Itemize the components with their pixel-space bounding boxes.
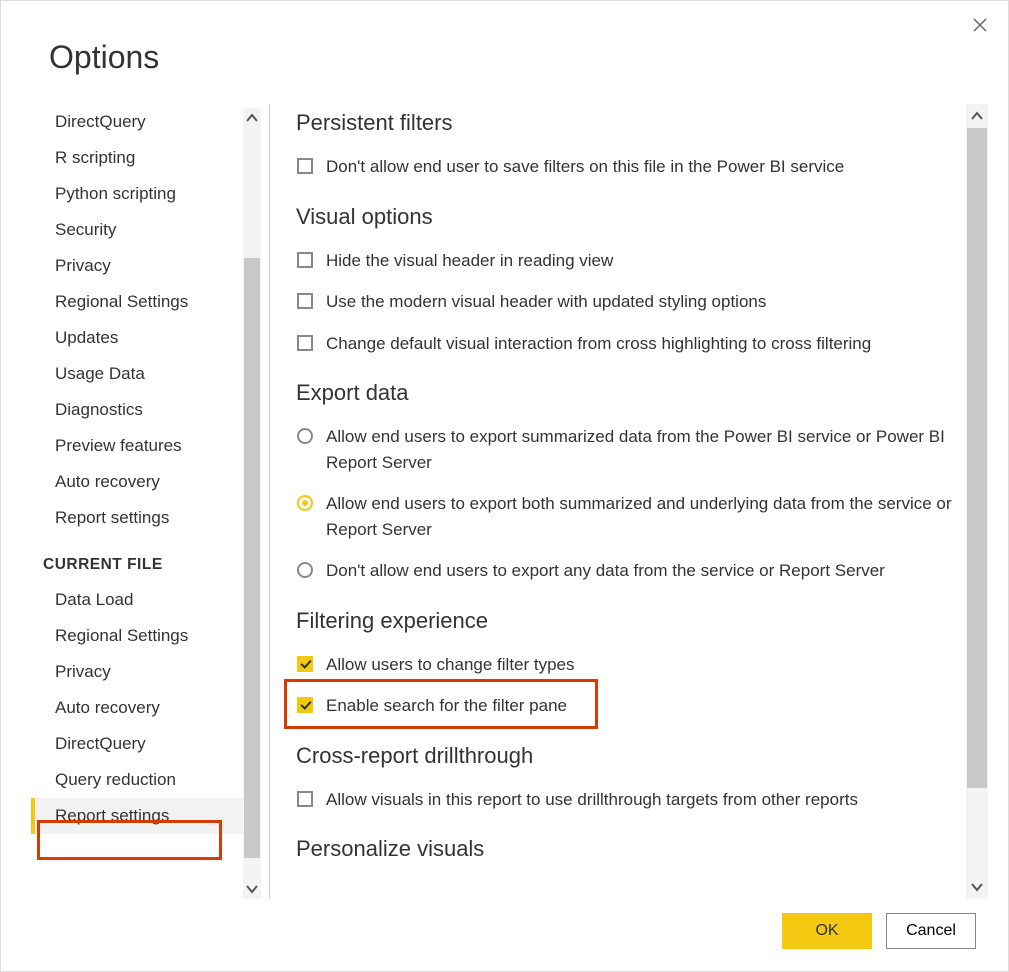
option-enable-search-filter-pane[interactable]: Enable search for the filter pane [296, 685, 956, 727]
chevron-down-icon[interactable] [243, 879, 261, 899]
sidebar-item-cf-query-reduction[interactable]: Query reduction [31, 762, 261, 798]
sidebar-item-privacy[interactable]: Privacy [31, 248, 261, 284]
sidebar-item-report-settings[interactable]: Report settings [31, 500, 261, 536]
checkbox-unchecked-icon [297, 335, 313, 351]
option-hide-visual-header[interactable]: Hide the visual header in reading view [296, 240, 956, 282]
ok-button[interactable]: OK [782, 913, 872, 949]
sidebar-item-usage-data[interactable]: Usage Data [31, 356, 261, 392]
sidebar-item-diagnostics[interactable]: Diagnostics [31, 392, 261, 428]
sidebar-item-cf-regional-settings[interactable]: Regional Settings [31, 618, 261, 654]
chevron-down-icon[interactable] [966, 875, 988, 899]
sidebar-item-auto-recovery[interactable]: Auto recovery [31, 464, 261, 500]
options-dialog: Options DirectQuery R scripting Python s… [0, 0, 1009, 972]
sidebar-item-preview-features[interactable]: Preview features [31, 428, 261, 464]
option-label: Change default visual interaction from c… [326, 331, 956, 357]
option-cross-report-drillthrough[interactable]: Allow visuals in this report to use dril… [296, 779, 956, 821]
option-label: Allow end users to export both summarize… [326, 491, 956, 542]
main-scrollbar[interactable] [966, 104, 988, 899]
dialog-footer: OK Cancel [1, 899, 1008, 971]
section-title-filtering-experience: Filtering experience [296, 608, 956, 634]
section-title-visual-options: Visual options [296, 204, 956, 230]
sidebar-item-cf-report-settings[interactable]: Report settings [31, 798, 261, 834]
main-panel: Persistent filters Don't allow end user … [269, 104, 988, 899]
sidebar-header-current-file: CURRENT FILE [31, 536, 261, 582]
sidebar-item-cf-privacy[interactable]: Privacy [31, 654, 261, 690]
sidebar-item-security[interactable]: Security [31, 212, 261, 248]
option-label: Don't allow end users to export any data… [326, 558, 956, 584]
option-label: Don't allow end user to save filters on … [326, 154, 956, 180]
option-export-both[interactable]: Allow end users to export both summarize… [296, 483, 956, 550]
scrollbar-thumb[interactable] [244, 258, 260, 858]
option-disallow-save-filters[interactable]: Don't allow end user to save filters on … [296, 146, 956, 188]
close-icon [973, 18, 987, 32]
section-title-cross-report: Cross-report drillthrough [296, 743, 956, 769]
sidebar-item-cf-data-load[interactable]: Data Load [31, 582, 261, 618]
option-label: Allow users to change filter types [326, 652, 956, 678]
chevron-up-icon[interactable] [966, 104, 988, 128]
sidebar-item-r-scripting[interactable]: R scripting [31, 140, 261, 176]
sidebar-item-python-scripting[interactable]: Python scripting [31, 176, 261, 212]
option-export-summarized[interactable]: Allow end users to export summarized dat… [296, 416, 956, 483]
checkbox-unchecked-icon [297, 158, 313, 174]
sidebar-current-file-list: Data Load Regional Settings Privacy Auto… [31, 582, 261, 834]
checkbox-unchecked-icon [297, 293, 313, 309]
option-export-none[interactable]: Don't allow end users to export any data… [296, 550, 956, 592]
dialog-title: Options [1, 1, 1008, 104]
close-button[interactable] [968, 13, 992, 37]
sidebar-item-cf-auto-recovery[interactable]: Auto recovery [31, 690, 261, 726]
sidebar-item-directquery[interactable]: DirectQuery [31, 104, 261, 140]
radio-checked-icon [297, 495, 313, 511]
sidebar-global-list: DirectQuery R scripting Python scripting… [31, 104, 261, 536]
radio-unchecked-icon [297, 562, 313, 578]
chevron-up-icon[interactable] [243, 108, 261, 128]
section-title-export-data: Export data [296, 380, 956, 406]
dialog-body: DirectQuery R scripting Python scripting… [1, 104, 1008, 899]
option-change-filter-types[interactable]: Allow users to change filter types [296, 644, 956, 686]
sidebar-item-updates[interactable]: Updates [31, 320, 261, 356]
sidebar: DirectQuery R scripting Python scripting… [31, 104, 261, 899]
sidebar-item-cf-directquery[interactable]: DirectQuery [31, 726, 261, 762]
option-label: Use the modern visual header with update… [326, 289, 956, 315]
scrollbar-thumb[interactable] [967, 128, 987, 788]
sidebar-scrollbar[interactable] [243, 108, 261, 899]
option-modern-visual-header[interactable]: Use the modern visual header with update… [296, 281, 956, 323]
section-title-persistent-filters: Persistent filters [296, 110, 956, 136]
option-label: Enable search for the filter pane [326, 693, 956, 719]
option-label: Hide the visual header in reading view [326, 248, 956, 274]
checkbox-checked-icon [297, 697, 313, 713]
option-cross-filtering[interactable]: Change default visual interaction from c… [296, 323, 956, 365]
checkbox-unchecked-icon [297, 252, 313, 268]
option-label: Allow visuals in this report to use dril… [326, 787, 956, 813]
section-title-personalize-visuals: Personalize visuals [296, 836, 956, 862]
radio-unchecked-icon [297, 428, 313, 444]
checkbox-unchecked-icon [297, 791, 313, 807]
cancel-button[interactable]: Cancel [886, 913, 976, 949]
option-label: Allow end users to export summarized dat… [326, 424, 956, 475]
sidebar-item-regional-settings[interactable]: Regional Settings [31, 284, 261, 320]
checkbox-checked-icon [297, 656, 313, 672]
